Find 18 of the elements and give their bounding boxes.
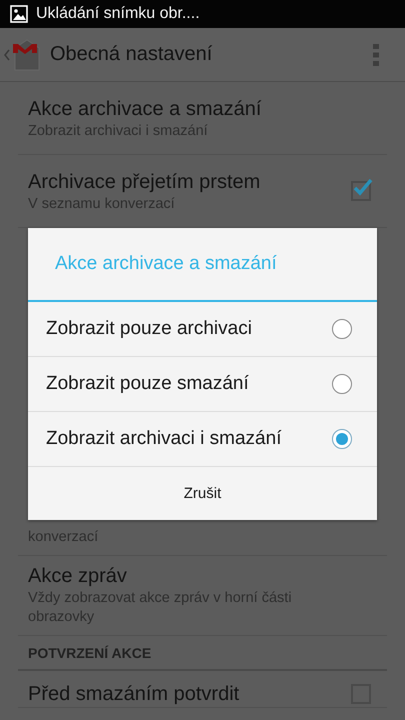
option-label: Zobrazit pouze smazání [46, 373, 250, 395]
checkbox[interactable] [351, 181, 371, 201]
screen-title: Obecná nastavení [50, 43, 214, 66]
notification-text: Ukládání snímku obr.... [36, 5, 200, 23]
overflow-menu-icon[interactable] [373, 44, 379, 66]
option-label: Zobrazit pouze archivaci [46, 318, 253, 340]
option-label: Zobrazit archivaci i smazání [46, 428, 282, 450]
section-header: POTVRZENÍ AKCE [28, 644, 152, 660]
radio-button[interactable] [332, 429, 352, 449]
back-chevron-icon[interactable] [4, 48, 10, 60]
radio-option[interactable]: Zobrazit pouze archivaci [28, 302, 377, 357]
radio-button[interactable] [332, 374, 352, 394]
image-icon [10, 5, 28, 23]
radio-button[interactable] [332, 319, 352, 339]
radio-option[interactable]: Zobrazit archivaci i smazání [28, 412, 377, 467]
cancel-button[interactable]: Zrušit [28, 467, 377, 520]
dialog-title: Akce archivace a smazání [28, 228, 377, 302]
radio-option[interactable]: Zobrazit pouze smazání [28, 357, 377, 412]
